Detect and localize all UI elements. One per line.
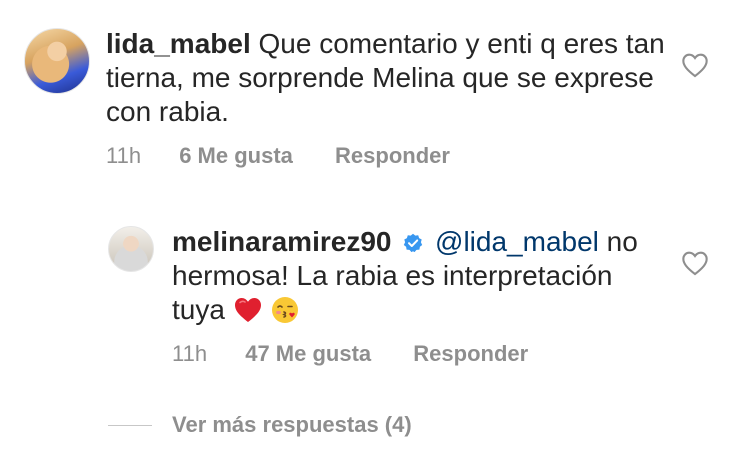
comment-likes[interactable]: 6 Me gusta	[179, 143, 293, 168]
heart-icon[interactable]	[681, 52, 709, 78]
comment-time: 11h	[106, 143, 142, 168]
reply-button[interactable]: Responder	[413, 341, 528, 366]
comment-username[interactable]: melinaramirez90	[172, 226, 391, 257]
mention-link[interactable]: @lida_mabel	[435, 226, 599, 257]
comment-time: 11h	[172, 341, 208, 366]
divider-line	[108, 424, 152, 426]
comment-likes[interactable]: 47 Me gusta	[245, 341, 371, 366]
view-more-label[interactable]: Ver más respuestas (4)	[172, 412, 412, 438]
comment-meta: 11h 47 Me gusta Responder	[172, 341, 564, 367]
heart-icon[interactable]	[681, 250, 709, 276]
verified-badge-icon	[404, 233, 423, 253]
comment-username[interactable]: lida_mabel	[106, 28, 251, 59]
avatar-lida-mabel[interactable]	[24, 28, 90, 94]
reply-body: melinaramirez90 @lida_mabel no hermosa! …	[172, 225, 672, 327]
kiss-emoji-icon	[272, 297, 299, 323]
comment-meta: 11h 6 Me gusta Responder	[106, 143, 486, 169]
heart-emoji-icon	[234, 298, 261, 322]
reply-button[interactable]: Responder	[335, 143, 450, 168]
comment-body: lida_mabel Que comentario y enti q eres …	[106, 27, 676, 129]
avatar-melinaramirez90[interactable]	[108, 226, 154, 272]
view-more-replies-button[interactable]: Ver más respuestas (4)	[108, 412, 412, 438]
